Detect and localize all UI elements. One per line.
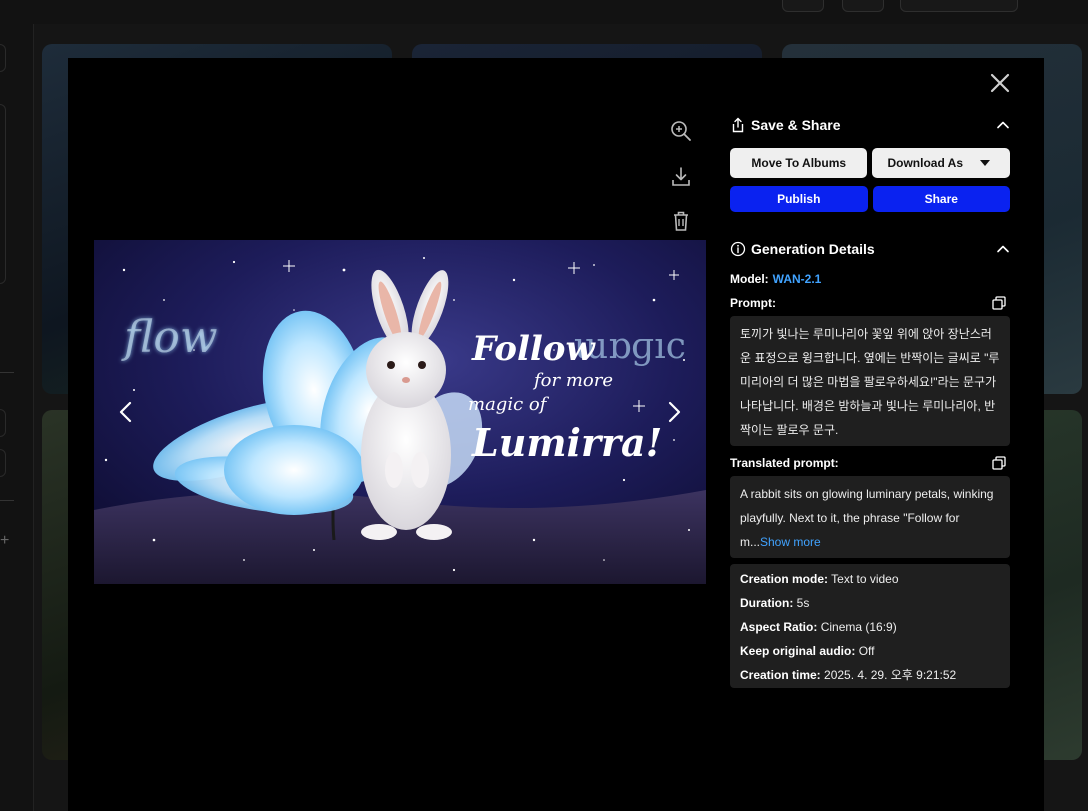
copy-icon[interactable] — [992, 456, 1006, 470]
background-sidebar: + — [0, 24, 34, 811]
plus-icon: + — [0, 532, 10, 549]
prompt-text-box: 토끼가 빛나는 루미나리아 꽃잎 위에 앉아 장난스러운 표정으로 윙크합니다.… — [730, 316, 1010, 446]
detail-label: Keep original audio: — [740, 644, 856, 658]
save-share-actions: Move To Albums Download As — [730, 148, 1010, 178]
background-topbar-button — [900, 0, 1018, 12]
background-sidebar-item — [0, 409, 6, 437]
detail-aspect-ratio: Aspect Ratio: Cinema (16:9) — [740, 615, 1000, 639]
show-more-link[interactable]: Show more — [760, 535, 821, 549]
share-button[interactable]: Share — [872, 186, 1010, 212]
image-text-line3: magic of — [468, 394, 550, 415]
detail-keep-audio: Keep original audio: Off — [740, 639, 1000, 663]
caret-down-icon — [980, 160, 990, 166]
detail-creation-mode: Creation mode: Text to video — [740, 567, 1000, 591]
prompt-text: 토끼가 빛나는 루미나리아 꽃잎 위에 앉아 장난스러운 표정으로 윙크합니다.… — [740, 327, 1000, 437]
publish-share-actions: Publish Share — [730, 186, 1010, 212]
detail-label: Creation time: — [740, 668, 821, 682]
translated-prompt-label: Translated prompt: — [730, 456, 839, 470]
generation-details-title: Generation Details — [751, 241, 875, 257]
download-as-dropdown[interactable]: Download As — [872, 148, 1010, 178]
info-icon — [730, 241, 746, 257]
background-divider — [0, 500, 14, 501]
translated-label-row: Translated prompt: — [730, 456, 1010, 470]
background-sidebar-item — [0, 449, 6, 477]
model-label: Model: — [730, 272, 769, 286]
background-sidebar-item — [0, 44, 6, 72]
model-row: Model: WAN-2.1 — [730, 272, 1010, 286]
detail-label: Duration: — [740, 596, 794, 610]
media-viewer[interactable]: flow flow ɯɒɡıc Follow for more magic of… — [94, 240, 706, 584]
translated-prompt-box: A rabbit sits on glowing luminary petals… — [730, 476, 1010, 558]
generated-image: flow flow ɯɒɡıc Follow for more magic of… — [94, 240, 706, 584]
trash-icon[interactable] — [668, 208, 694, 234]
background-topbar — [0, 0, 1088, 24]
detail-label: Aspect Ratio: — [740, 620, 818, 634]
detail-creation-time: Creation time: 2025. 4. 29. 오후 9:21:52 — [740, 663, 1000, 687]
chevron-right-icon[interactable] — [662, 398, 686, 426]
details-panel: Save & Share Move To Albums Download As … — [730, 114, 1010, 688]
image-text-line4: Lumirra! — [471, 420, 662, 465]
close-icon[interactable] — [987, 70, 1013, 96]
creation-details-box: Creation mode: Text to video Duration: 5… — [730, 564, 1010, 688]
generation-details-header[interactable]: Generation Details — [730, 238, 1010, 260]
background-divider — [0, 372, 14, 373]
prompt-label: Prompt: — [730, 296, 776, 310]
chevron-left-icon[interactable] — [114, 398, 138, 426]
image-faded-word-left-outline: flow — [121, 312, 218, 363]
detail-duration: Duration: 5s — [740, 591, 1000, 615]
save-share-header[interactable]: Save & Share — [730, 114, 1010, 136]
generation-detail-modal: flow flow ɯɒɡıc Follow for more magic of… — [68, 58, 1044, 811]
chevron-up-icon[interactable] — [994, 240, 1012, 258]
share-label: Share — [924, 192, 958, 206]
detail-value: 5s — [796, 596, 810, 610]
chevron-up-icon[interactable] — [994, 116, 1012, 134]
background-topbar-button — [782, 0, 824, 12]
detail-value: 2025. 4. 29. 오후 9:21:52 — [824, 668, 957, 682]
move-to-albums-button[interactable]: Move To Albums — [730, 148, 868, 178]
download-icon[interactable] — [668, 164, 694, 190]
image-text-line2: for more — [532, 370, 613, 391]
detail-value: Off — [858, 644, 875, 658]
background-topbar-button — [842, 0, 884, 12]
image-text-line1: Follow — [471, 329, 596, 369]
download-as-label: Download As — [887, 156, 964, 170]
detail-value: Cinema (16:9) — [820, 620, 897, 634]
copy-icon[interactable] — [992, 296, 1006, 310]
share-icon — [732, 117, 744, 133]
background-sidebar-item — [0, 104, 6, 284]
detail-label: Creation mode: — [740, 572, 829, 586]
detail-value: Text to video — [831, 572, 899, 586]
prompt-label-row: Prompt: — [730, 296, 1010, 310]
publish-button[interactable]: Publish — [730, 186, 868, 212]
model-value[interactable]: WAN-2.1 — [773, 272, 822, 286]
move-to-albums-label: Move To Albums — [751, 156, 847, 170]
publish-label: Publish — [777, 192, 821, 206]
zoom-in-icon[interactable] — [668, 118, 694, 144]
save-share-title: Save & Share — [751, 117, 841, 133]
